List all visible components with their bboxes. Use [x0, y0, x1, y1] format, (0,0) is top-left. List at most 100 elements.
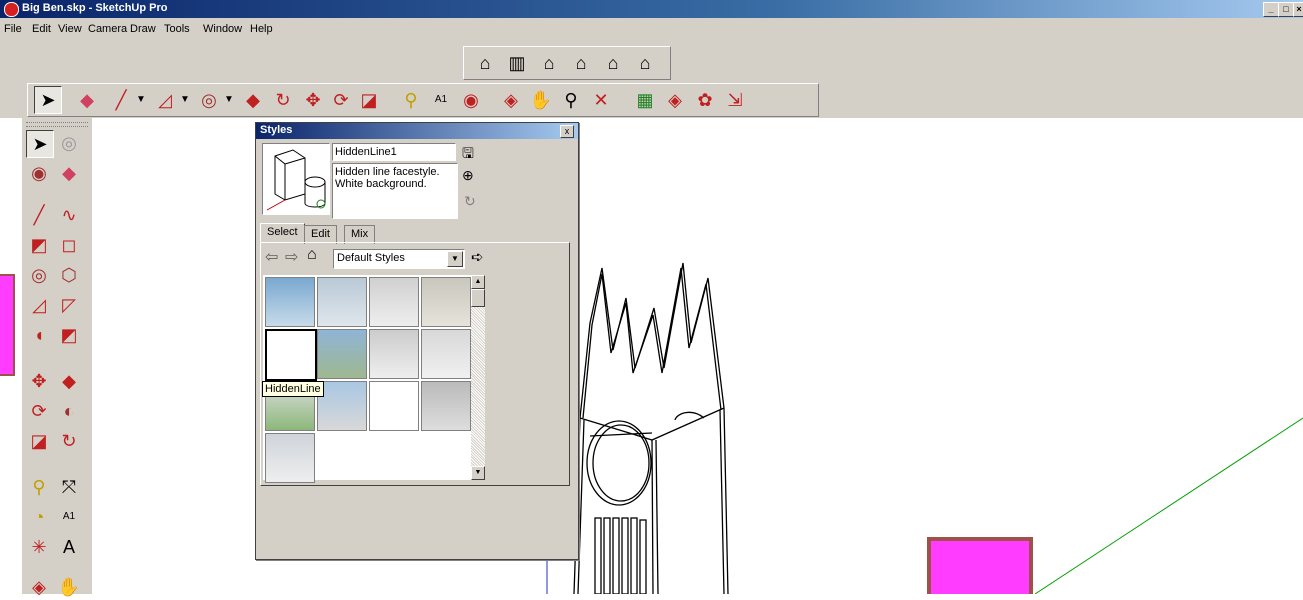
- orbit-icon[interactable]: ◈: [498, 87, 524, 113]
- menu-draw[interactable]: Draw: [130, 23, 156, 35]
- orbit-icon[interactable]: ◈: [26, 574, 52, 600]
- pan-icon[interactable]: ✋: [56, 574, 82, 600]
- front-view-icon[interactable]: ⌂: [536, 50, 562, 76]
- protractor-icon[interactable]: ◔: [26, 504, 52, 530]
- menu-tools[interactable]: Tools: [164, 23, 190, 35]
- chevron-down-icon[interactable]: ▼: [172, 87, 198, 113]
- close-button[interactable]: ×: [1293, 2, 1303, 17]
- share-component-icon[interactable]: ✿: [692, 87, 718, 113]
- style-thumbnail[interactable]: [265, 433, 315, 483]
- collection-select[interactable]: Default Styles ▼: [333, 249, 465, 269]
- left-view-icon[interactable]: ⌂: [632, 50, 658, 76]
- scale-icon[interactable]: ◪: [26, 428, 52, 454]
- move-icon[interactable]: ✥: [300, 87, 326, 113]
- paint-bucket-icon[interactable]: ◉: [458, 87, 484, 113]
- push-pull-icon[interactable]: ◆: [56, 368, 82, 394]
- menu-camera[interactable]: Camera: [88, 23, 127, 35]
- chevron-down-icon[interactable]: ▼: [128, 87, 154, 113]
- select-icon[interactable]: ➤: [34, 86, 62, 114]
- axes-icon[interactable]: ✳: [26, 534, 52, 560]
- tab-select[interactable]: Select: [260, 223, 305, 242]
- create-style-icon[interactable]: 🖫: [462, 143, 478, 161]
- get-models-icon[interactable]: ▦: [632, 87, 658, 113]
- tape-measure-icon[interactable]: ⚲: [26, 474, 52, 500]
- scroll-thumb[interactable]: [471, 289, 485, 307]
- freehand-icon[interactable]: ∿: [56, 202, 82, 228]
- maximize-button[interactable]: □: [1278, 2, 1294, 17]
- scroll-up-icon[interactable]: ▲: [471, 275, 485, 289]
- 2-point-arc-icon[interactable]: ◸: [56, 292, 82, 318]
- details-icon[interactable]: ➪: [471, 248, 484, 266]
- eraser-icon[interactable]: ◆: [74, 87, 100, 113]
- hiddenline-tooltip: HiddenLine: [262, 381, 324, 397]
- rotate-icon[interactable]: ⟳: [26, 398, 52, 424]
- minimize-button[interactable]: _: [1263, 2, 1279, 17]
- update-style-icon[interactable]: ⊕: [462, 167, 478, 185]
- styles-title-bar[interactable]: Styles x: [256, 123, 578, 139]
- menu-window[interactable]: Window: [203, 23, 242, 35]
- rotated-rectangle-icon[interactable]: ◻: [56, 232, 82, 258]
- share-model-icon[interactable]: ◈: [662, 87, 688, 113]
- iso-view-icon[interactable]: ⌂: [472, 50, 498, 76]
- export-icon[interactable]: ⇲: [722, 87, 748, 113]
- select-icon[interactable]: ➤: [26, 130, 54, 158]
- style-description-field[interactable]: Hidden line facestyle. White background.: [332, 163, 458, 219]
- style-thumbnail[interactable]: [369, 277, 419, 327]
- menu-view[interactable]: View: [58, 23, 82, 35]
- 3d-text-icon[interactable]: A: [56, 534, 82, 560]
- style-name-input[interactable]: HiddenLine1: [332, 143, 456, 161]
- style-thumbnail[interactable]: [317, 329, 367, 379]
- scale-icon[interactable]: ◪: [356, 87, 382, 113]
- style-thumbnail[interactable]: [421, 277, 471, 327]
- dimension-icon[interactable]: ⤧: [56, 474, 82, 500]
- back-arrow-icon[interactable]: ⇦: [265, 247, 278, 267]
- home-icon[interactable]: ⌂: [307, 246, 317, 264]
- menu-edit[interactable]: Edit: [32, 23, 51, 35]
- circle-icon[interactable]: ◎: [26, 262, 52, 288]
- scroll-down-icon[interactable]: ▼: [471, 466, 485, 480]
- style-thumbnail-selected[interactable]: [265, 329, 317, 381]
- pan-icon[interactable]: ✋: [528, 87, 554, 113]
- style-tabs: Select Edit Mix: [260, 223, 572, 244]
- style-thumbnail[interactable]: [421, 381, 471, 431]
- back-view-icon[interactable]: ⌂: [600, 50, 626, 76]
- zoom-icon[interactable]: ⚲: [558, 87, 584, 113]
- zoom-extents-icon[interactable]: ✕: [588, 87, 614, 113]
- menu-help[interactable]: Help: [250, 23, 273, 35]
- top-view-icon[interactable]: ▥: [504, 50, 530, 76]
- rotate-icon[interactable]: ⟳: [328, 87, 354, 113]
- menu-file[interactable]: File: [4, 23, 22, 35]
- paint-bucket-icon[interactable]: ◉: [26, 160, 52, 186]
- sketchup-app-icon[interactable]: [4, 2, 19, 17]
- text-icon[interactable]: A1: [56, 504, 82, 530]
- refresh-icon[interactable]: ↻: [464, 193, 480, 211]
- style-thumbnail[interactable]: [317, 277, 367, 327]
- component-icon[interactable]: ◎: [56, 130, 82, 156]
- rectangle-icon[interactable]: ◩: [26, 232, 52, 258]
- polygon-icon[interactable]: ⬡: [56, 262, 82, 288]
- move-icon[interactable]: ✥: [26, 368, 52, 394]
- right-view-icon[interactable]: ⌂: [568, 50, 594, 76]
- styles-close-button[interactable]: x: [560, 125, 574, 138]
- toolbar-grip[interactable]: [26, 122, 88, 127]
- follow-me-icon[interactable]: ↻: [270, 87, 296, 113]
- style-thumbnail[interactable]: [369, 381, 419, 431]
- pencil-icon[interactable]: ╱: [26, 202, 52, 228]
- forward-arrow-icon[interactable]: ⇨: [285, 247, 298, 267]
- style-thumbnail[interactable]: [421, 329, 471, 379]
- eraser-icon[interactable]: ◆: [56, 160, 82, 186]
- thumbnails-scrollbar[interactable]: ▲ ▼: [471, 275, 485, 480]
- 3-point-arc-icon[interactable]: ◖: [26, 322, 52, 348]
- chevron-down-icon[interactable]: ▼: [447, 251, 463, 267]
- style-thumbnail[interactable]: [317, 381, 367, 431]
- chevron-down-icon[interactable]: ▼: [216, 87, 242, 113]
- arc-icon[interactable]: ◿: [26, 292, 52, 318]
- follow-me-icon[interactable]: ◐: [56, 398, 82, 424]
- tape-measure-icon[interactable]: ⚲: [398, 87, 424, 113]
- style-thumbnail[interactable]: [265, 277, 315, 327]
- offset-icon[interactable]: ↻: [56, 428, 82, 454]
- pie-icon[interactable]: ◩: [56, 322, 82, 348]
- style-thumbnail[interactable]: [369, 329, 419, 379]
- text-icon[interactable]: A1: [428, 87, 454, 113]
- push-pull-icon[interactable]: ◆: [240, 87, 266, 113]
